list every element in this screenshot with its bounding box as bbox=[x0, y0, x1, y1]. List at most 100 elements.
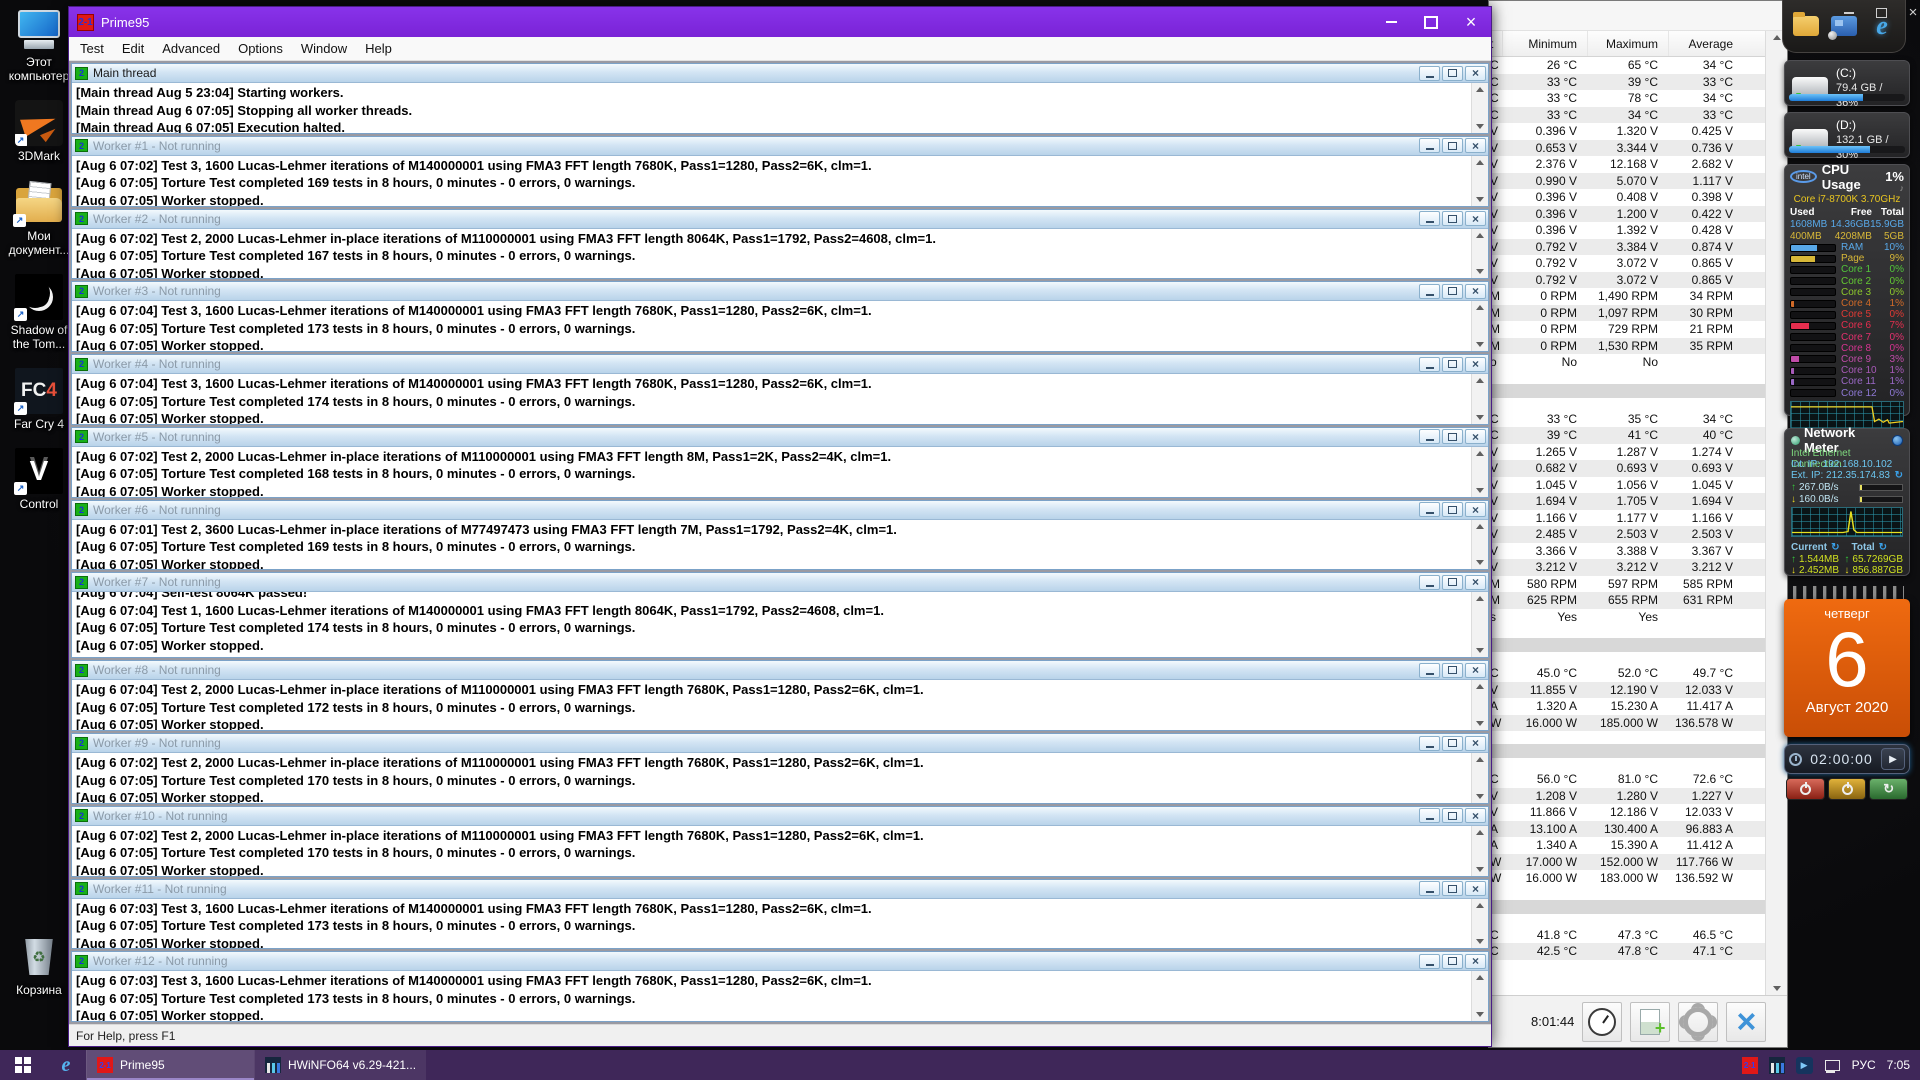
scroll-down-icon[interactable] bbox=[1473, 338, 1488, 351]
scroll-up-icon[interactable] bbox=[1473, 826, 1488, 839]
calendar-gadget[interactable]: четверг 6 Август 2020 bbox=[1784, 586, 1910, 738]
desktop-icon-shadow[interactable]: ↗ Shadow of the Tom... bbox=[0, 274, 78, 351]
taskbar-ie-icon[interactable]: e bbox=[46, 1050, 86, 1080]
child-scrollbar[interactable] bbox=[1471, 825, 1488, 876]
hwinfo-title-area[interactable] bbox=[1489, 1, 1787, 31]
child-minimize-button[interactable] bbox=[1419, 283, 1440, 299]
network-meter-gadget[interactable]: Network Meter Intel Ethernet Connection … bbox=[1784, 425, 1910, 576]
minimize-button[interactable] bbox=[1371, 7, 1411, 37]
scroll-down-icon[interactable] bbox=[1473, 411, 1488, 424]
menu-item-test[interactable]: Test bbox=[71, 37, 113, 60]
desktop-icon-farcry[interactable]: FC 4 ↗ Far Cry 4 bbox=[0, 368, 78, 431]
drive-d-gadget[interactable]: (D:) 132.1 GB / 30% bbox=[1784, 112, 1910, 161]
child-close-button[interactable] bbox=[1465, 808, 1486, 824]
menu-item-advanced[interactable]: Advanced bbox=[153, 37, 229, 60]
child-restore-button[interactable] bbox=[1442, 662, 1463, 678]
child-scrollbar[interactable] bbox=[1471, 83, 1488, 133]
child-minimize-button[interactable] bbox=[1419, 65, 1440, 81]
scroll-down-icon[interactable] bbox=[1473, 863, 1488, 876]
cpu-usage-gadget[interactable]: intel CPU Usage 1% ♪ Core i7-8700K 3.70G… bbox=[1784, 162, 1910, 429]
child-restore-button[interactable] bbox=[1442, 735, 1463, 751]
child-scrollbar[interactable] bbox=[1471, 301, 1488, 352]
timer-start-button[interactable]: ▶ bbox=[1881, 748, 1905, 770]
p95-child-titlebar[interactable]: 2 Worker #10 - Not running bbox=[72, 806, 1488, 826]
tray-prime95-icon[interactable]: 2-1 bbox=[1741, 1056, 1758, 1074]
scroll-up-icon[interactable] bbox=[1473, 229, 1488, 242]
tray-hwinfo-icon[interactable] bbox=[1768, 1056, 1785, 1074]
child-scrollbar[interactable] bbox=[1471, 155, 1488, 206]
language-indicator[interactable]: РУС bbox=[1852, 1058, 1876, 1072]
hwinfo-header-maximum[interactable]: Maximum bbox=[1587, 31, 1668, 56]
close-button[interactable] bbox=[1451, 7, 1491, 37]
scroll-down-icon[interactable] bbox=[1473, 790, 1488, 803]
scroll-up-icon[interactable] bbox=[1473, 447, 1488, 460]
uptime-clock-button[interactable] bbox=[1582, 1001, 1623, 1042]
child-scrollbar[interactable] bbox=[1471, 971, 1488, 1022]
p95-child-titlebar[interactable]: 2 Worker #3 - Not running bbox=[72, 282, 1488, 302]
hwinfo-header-minimum[interactable]: Minimum bbox=[1502, 31, 1587, 56]
menu-item-window[interactable]: Window bbox=[292, 37, 356, 60]
maximize-button[interactable] bbox=[1411, 7, 1451, 37]
restart-button[interactable]: ↻ bbox=[1869, 778, 1909, 800]
p95-child-titlebar[interactable]: 2 Worker #7 - Not running bbox=[72, 573, 1488, 593]
refresh-icon[interactable]: ↻ bbox=[1895, 470, 1903, 481]
minimize-icon[interactable] bbox=[1838, 4, 1860, 21]
child-scrollbar[interactable] bbox=[1471, 592, 1488, 658]
maximize-icon[interactable] bbox=[1870, 4, 1892, 21]
desktop-icon-docs[interactable]: ↗ Мои документ... bbox=[0, 180, 78, 257]
hwinfo-close-button[interactable] bbox=[1726, 1001, 1767, 1042]
taskbar-button-hwinfo[interactable]: HWiNFO64 v6.29-421... bbox=[254, 1050, 427, 1080]
child-minimize-button[interactable] bbox=[1419, 429, 1440, 445]
taskbar-clock[interactable]: 7:05 bbox=[1887, 1058, 1910, 1072]
desktop-icon-mark3d[interactable]: ↗ 3DMark bbox=[0, 100, 78, 163]
child-minimize-button[interactable] bbox=[1419, 138, 1440, 154]
child-scrollbar[interactable] bbox=[1471, 446, 1488, 497]
p95-child-titlebar[interactable]: 2 Worker #5 - Not running bbox=[72, 427, 1488, 447]
scroll-down-icon[interactable] bbox=[1473, 935, 1488, 948]
timer-time[interactable]: 02:00:00 bbox=[1807, 751, 1876, 767]
child-close-button[interactable] bbox=[1465, 662, 1486, 678]
network-status-icon[interactable] bbox=[1824, 1057, 1841, 1074]
desktop-icon-control[interactable]: V ↗ Control bbox=[0, 448, 78, 511]
child-minimize-button[interactable] bbox=[1419, 881, 1440, 897]
child-minimize-button[interactable] bbox=[1419, 808, 1440, 824]
child-minimize-button[interactable] bbox=[1419, 735, 1440, 751]
scroll-up-icon[interactable] bbox=[1473, 156, 1488, 169]
child-restore-button[interactable] bbox=[1442, 356, 1463, 372]
menu-item-edit[interactable]: Edit bbox=[113, 37, 153, 60]
child-close-button[interactable] bbox=[1465, 138, 1486, 154]
child-restore-button[interactable] bbox=[1442, 574, 1463, 590]
child-scrollbar[interactable] bbox=[1471, 680, 1488, 731]
desktop-icon-recycle[interactable]: ♻ Корзина bbox=[0, 934, 78, 997]
start-button[interactable] bbox=[0, 1050, 46, 1080]
scroll-down-icon[interactable] bbox=[1473, 644, 1488, 657]
p95-child-titlebar[interactable]: 2 Main thread bbox=[72, 64, 1488, 83]
child-scrollbar[interactable] bbox=[1471, 374, 1488, 424]
child-scrollbar[interactable] bbox=[1471, 519, 1488, 570]
scroll-down-icon[interactable] bbox=[1473, 120, 1488, 133]
child-minimize-button[interactable] bbox=[1419, 211, 1440, 227]
menu-item-options[interactable]: Options bbox=[229, 37, 292, 60]
p95-child-titlebar[interactable]: 2 Worker #4 - Not running bbox=[72, 355, 1488, 375]
scroll-up-icon[interactable] bbox=[1473, 899, 1488, 912]
scroll-up-icon[interactable] bbox=[1473, 592, 1488, 605]
child-close-button[interactable] bbox=[1465, 735, 1486, 751]
p95-child-titlebar[interactable]: 2 Worker #11 - Not running bbox=[72, 879, 1488, 899]
scroll-up-icon[interactable] bbox=[1473, 374, 1488, 387]
p95-child-titlebar[interactable]: 2 Worker #2 - Not running bbox=[72, 209, 1488, 229]
prime95-titlebar[interactable]: 2-1 Prime95 bbox=[69, 7, 1491, 37]
child-restore-button[interactable] bbox=[1442, 953, 1463, 969]
child-close-button[interactable] bbox=[1465, 356, 1486, 372]
scroll-up-icon[interactable] bbox=[1473, 520, 1488, 533]
child-minimize-button[interactable] bbox=[1419, 502, 1440, 518]
scroll-down-icon[interactable] bbox=[1473, 717, 1488, 730]
p95-child-titlebar[interactable]: 2 Worker #6 - Not running bbox=[72, 500, 1488, 520]
child-restore-button[interactable] bbox=[1442, 138, 1463, 154]
child-close-button[interactable] bbox=[1465, 574, 1486, 590]
child-close-button[interactable] bbox=[1465, 283, 1486, 299]
child-scrollbar[interactable] bbox=[1471, 228, 1488, 279]
child-minimize-button[interactable] bbox=[1419, 356, 1440, 372]
child-scrollbar[interactable] bbox=[1471, 753, 1488, 803]
scroll-down-icon[interactable] bbox=[1473, 193, 1488, 206]
child-close-button[interactable] bbox=[1465, 881, 1486, 897]
